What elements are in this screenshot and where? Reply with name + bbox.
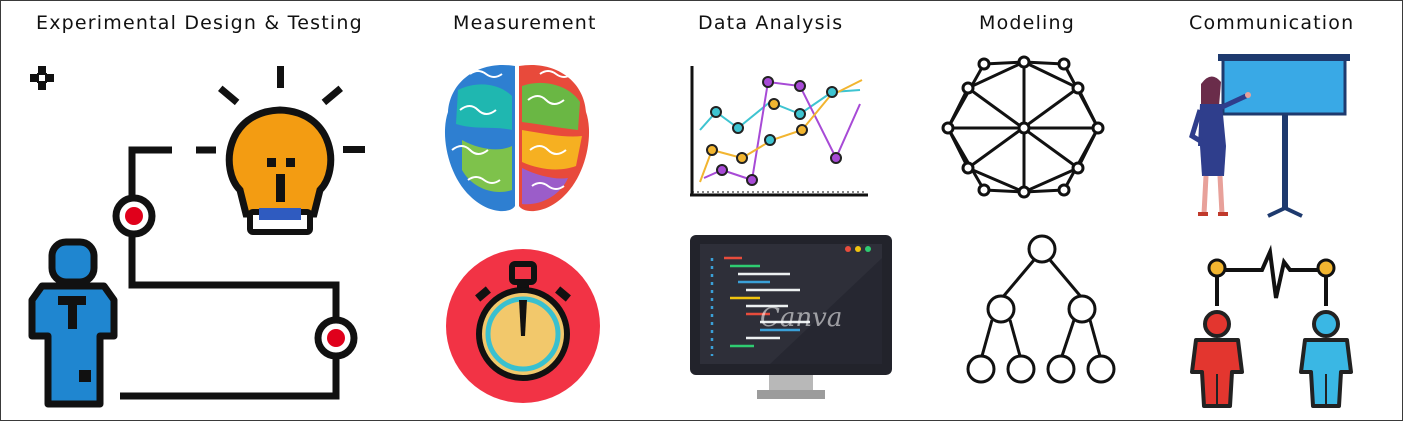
brain-icon xyxy=(444,64,590,212)
stopwatch-icon xyxy=(446,249,600,403)
puzzle-icon xyxy=(30,66,54,90)
people-connection-icon xyxy=(1190,244,1353,408)
illustrations: Canva xyxy=(28,54,1353,408)
line-chart-icon xyxy=(690,66,868,197)
red-node-icon xyxy=(314,316,358,360)
canva-watermark: Canva xyxy=(760,303,842,333)
person-icon xyxy=(28,238,118,408)
lightbulb-icon xyxy=(218,66,365,235)
tree-diagram-icon xyxy=(966,234,1116,384)
presenter-icon xyxy=(1189,54,1350,218)
network-icon xyxy=(941,55,1105,199)
red-node-icon xyxy=(112,194,156,238)
